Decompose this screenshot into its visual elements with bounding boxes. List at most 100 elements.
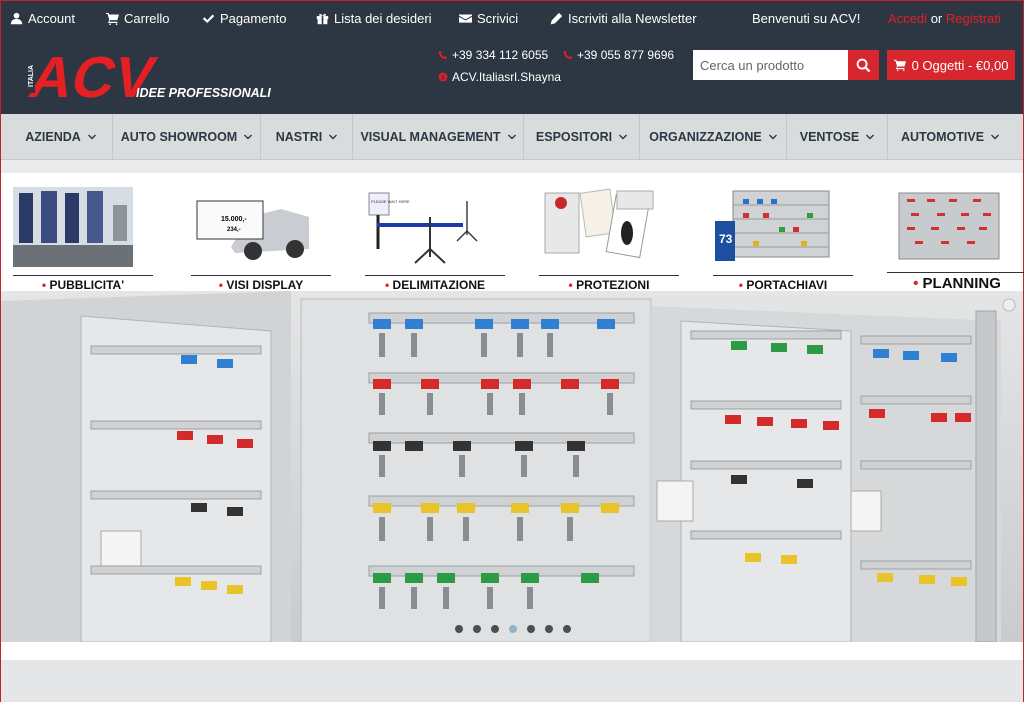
number-text: 73 xyxy=(719,232,733,246)
slider-dot-active[interactable] xyxy=(509,625,517,633)
cart-icon xyxy=(106,12,119,25)
category-label: • PUBBLICITA' xyxy=(13,275,153,292)
category-label: • PROTEZIONI xyxy=(539,275,679,292)
account-link[interactable]: Account xyxy=(10,11,75,26)
slider-dot[interactable] xyxy=(473,625,481,633)
chevron-down-icon xyxy=(507,134,516,140)
main-nav: AZIENDA AUTO SHOWROOM NASTRI VISUAL MANA… xyxy=(1,114,1023,160)
or-label: or xyxy=(930,11,943,26)
category-strip: • PUBBLICITA' 15.000,- 234,- • VISI DISP… xyxy=(1,173,1024,292)
nav-label: AUTO SHOWROOM xyxy=(120,130,238,144)
nav-label: NASTRI xyxy=(275,130,323,144)
search-bar xyxy=(693,50,879,80)
nav-item-organizzazione[interactable]: ORGANIZZAZIONE xyxy=(640,114,787,160)
pencil-icon xyxy=(550,12,563,25)
phone-1-text: +39 334 112 6055 xyxy=(452,48,549,62)
category-label: • DELIMITAZIONE xyxy=(365,275,505,292)
pubblicita-image xyxy=(13,187,133,267)
nav-item-auto-showroom[interactable]: AUTO SHOWROOM xyxy=(113,114,261,160)
account-label: Account xyxy=(28,11,75,26)
gift-icon xyxy=(316,13,329,25)
search-icon xyxy=(856,58,871,72)
category-label: • PORTACHIAVI xyxy=(713,275,853,292)
nav-label: AUTOMOTIVE xyxy=(900,130,985,144)
nav-item-nastri[interactable]: NASTRI xyxy=(261,114,353,160)
envelope-icon xyxy=(459,14,472,23)
chevron-down-icon xyxy=(87,134,96,140)
cart-link[interactable]: Carrello xyxy=(106,11,170,26)
logo-tagline: IDEE PROFESSIONALI xyxy=(136,86,271,100)
price-text-1: 15.000,- xyxy=(221,216,247,223)
price-text-2: 234,- xyxy=(227,227,241,233)
slider-dot[interactable] xyxy=(455,625,463,633)
cart-label: Carrello xyxy=(124,11,170,26)
chevron-down-icon xyxy=(329,134,338,140)
chevron-down-icon xyxy=(768,134,777,140)
wishlist-link[interactable]: Lista dei desideri xyxy=(316,11,432,26)
chevron-down-icon xyxy=(866,134,875,140)
content-gap xyxy=(1,642,1023,660)
nav-label: ESPOSITORI xyxy=(535,130,613,144)
phone-2[interactable]: +39 055 877 9696 xyxy=(563,48,674,62)
skype-text: ACV.Italiasrl.Shayna xyxy=(452,70,561,84)
skype-contact[interactable]: S ACV.Italiasrl.Shayna xyxy=(438,70,561,84)
slider-dot[interactable] xyxy=(491,625,499,633)
portachiavi-image: 73 xyxy=(713,187,833,267)
phone-icon xyxy=(563,50,573,60)
search-input[interactable] xyxy=(693,50,848,80)
page-bottom xyxy=(1,660,1023,702)
newsletter-link[interactable]: Iscriviti alla Newsletter xyxy=(550,11,697,26)
welcome-label: Benvenuti su ACV! xyxy=(752,11,861,26)
check-icon xyxy=(202,14,215,23)
top-bar: Account Carrello Pagamento Lista dei des… xyxy=(1,1,1023,37)
chevron-down-icon xyxy=(991,134,1000,140)
chevron-down-icon xyxy=(244,134,253,140)
nav-item-automotive[interactable]: AUTOMOTIVE xyxy=(888,114,1012,160)
register-link[interactable]: Registrati xyxy=(946,11,1001,26)
nav-item-visual-management[interactable]: VISUAL MANAGEMENT xyxy=(353,114,524,160)
category-portachiavi[interactable]: 73 • PORTACHIAVI xyxy=(713,187,853,292)
category-planning[interactable]: • PLANNING xyxy=(887,187,1024,292)
nav-item-azienda[interactable]: AZIENDA xyxy=(9,114,113,160)
newsletter-label: Iscriviti alla Newsletter xyxy=(568,11,697,26)
logo-badge: ITALIA xyxy=(28,65,35,87)
checkout-label: Pagamento xyxy=(220,11,287,26)
phone-2-text: +39 055 877 9696 xyxy=(577,48,675,62)
checkout-link[interactable]: Pagamento xyxy=(202,11,287,26)
cart-icon xyxy=(893,59,906,71)
sign-text: PLEASE WAIT HERE xyxy=(371,199,410,204)
contact-link[interactable]: Scrivici xyxy=(459,11,518,26)
header: ACV ITALIA IDEE PROFESSIONALI +39 334 11… xyxy=(1,37,1023,114)
cart-summary: 0 Oggetti - €0,00 xyxy=(911,57,1009,73)
protezioni-image xyxy=(539,187,659,267)
welcome-text: Benvenuti su ACV! Accedi or Registrati xyxy=(752,11,1001,26)
slider-pagination xyxy=(455,625,571,633)
skype-icon: S xyxy=(438,72,448,82)
slider-dot[interactable] xyxy=(545,625,553,633)
nav-label: VISUAL MANAGEMENT xyxy=(360,130,501,144)
category-delimitazione[interactable]: PLEASE WAIT HERE • DELIMITAZIONE xyxy=(365,187,505,292)
visi-display-image: 15.000,- 234,- xyxy=(191,187,311,267)
category-protezioni[interactable]: • PROTEZIONI xyxy=(539,187,679,292)
category-label: • PLANNING xyxy=(887,272,1024,292)
slider-dot[interactable] xyxy=(563,625,571,633)
user-icon xyxy=(10,12,23,25)
slider-dot[interactable] xyxy=(527,625,535,633)
search-button[interactable] xyxy=(848,50,879,80)
acv-logo[interactable]: ACV ITALIA IDEE PROFESSIONALI xyxy=(11,47,271,107)
nav-item-ventose[interactable]: VENTOSE xyxy=(787,114,888,160)
delimitazione-image: PLEASE WAIT HERE xyxy=(365,187,485,267)
chevron-down-icon xyxy=(619,134,628,140)
header-cart-button[interactable]: 0 Oggetti - €0,00 xyxy=(887,50,1015,80)
nav-item-espositori[interactable]: ESPOSITORI xyxy=(524,114,640,160)
phone-icon xyxy=(438,50,448,60)
nav-label: ORGANIZZAZIONE xyxy=(649,130,762,144)
wishlist-label: Lista dei desideri xyxy=(334,11,432,26)
category-pubblicita[interactable]: • PUBBLICITA' xyxy=(13,187,153,292)
contact-label: Scrivici xyxy=(477,11,519,26)
svg-text:S: S xyxy=(441,75,445,82)
login-link[interactable]: Accedi xyxy=(888,11,927,26)
phone-1[interactable]: +39 334 112 6055 xyxy=(438,48,548,62)
hero-slider[interactable] xyxy=(1,291,1023,642)
category-visi-display[interactable]: 15.000,- 234,- • VISI DISPLAY xyxy=(191,187,331,292)
